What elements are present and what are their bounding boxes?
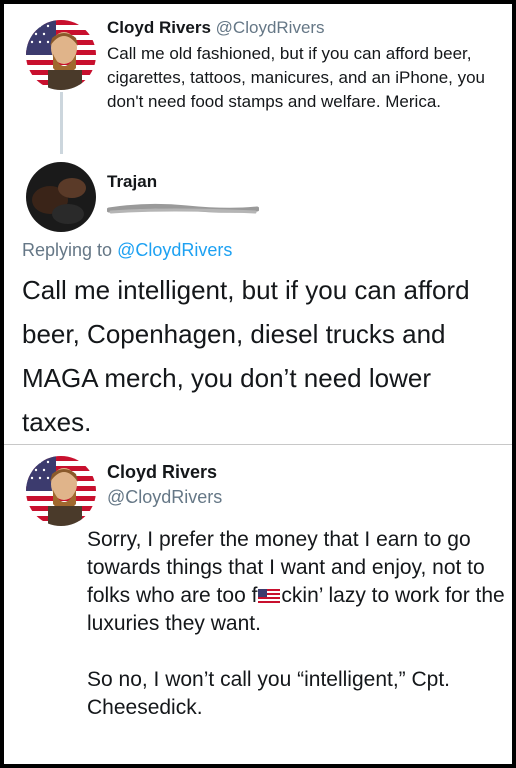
replying-handle-link[interactable]: @CloydRivers xyxy=(117,240,232,260)
us-flag-icon xyxy=(258,589,281,603)
tweet-3-author-name[interactable]: Cloyd Rivers xyxy=(107,462,217,483)
cloyd-avatar-2[interactable] xyxy=(26,456,96,526)
tweet-2-author-name[interactable]: Trajan xyxy=(107,172,157,192)
tweet-1-author-handle[interactable]: @CloydRivers xyxy=(216,18,325,37)
tweet-3-paragraph-2: So no, I won’t call you “intelligent,” C… xyxy=(87,668,451,719)
cloyd-avatar[interactable] xyxy=(26,20,96,90)
tweet-1-text: Call me old fashioned, but if you can af… xyxy=(107,44,486,111)
tweet-2-text: Call me intelligent, but if you can affo… xyxy=(22,275,470,437)
tweet-3-text: Sorry, I prefer the money that I earn to… xyxy=(87,526,507,722)
tweet-1-content: Cloyd Rivers @CloydRivers Call me old fa… xyxy=(107,16,507,114)
screenshot-frame: Cloyd Rivers @CloydRivers Call me old fa… xyxy=(4,4,512,764)
thread-connector xyxy=(60,92,63,154)
tweet-3-paragraph-1: Sorry, I prefer the money that I earn to… xyxy=(87,526,507,638)
replying-to-line: Replying to @CloydRivers xyxy=(22,240,232,261)
trajan-avatar[interactable] xyxy=(26,162,96,232)
redacted-handle-scribble xyxy=(107,203,259,214)
replying-prefix: Replying to xyxy=(22,240,113,260)
tweet-1-author-name[interactable]: Cloyd Rivers xyxy=(107,18,211,37)
tweet-divider xyxy=(4,444,512,445)
tweet-3-author-handle[interactable]: @CloydRivers xyxy=(107,487,222,508)
